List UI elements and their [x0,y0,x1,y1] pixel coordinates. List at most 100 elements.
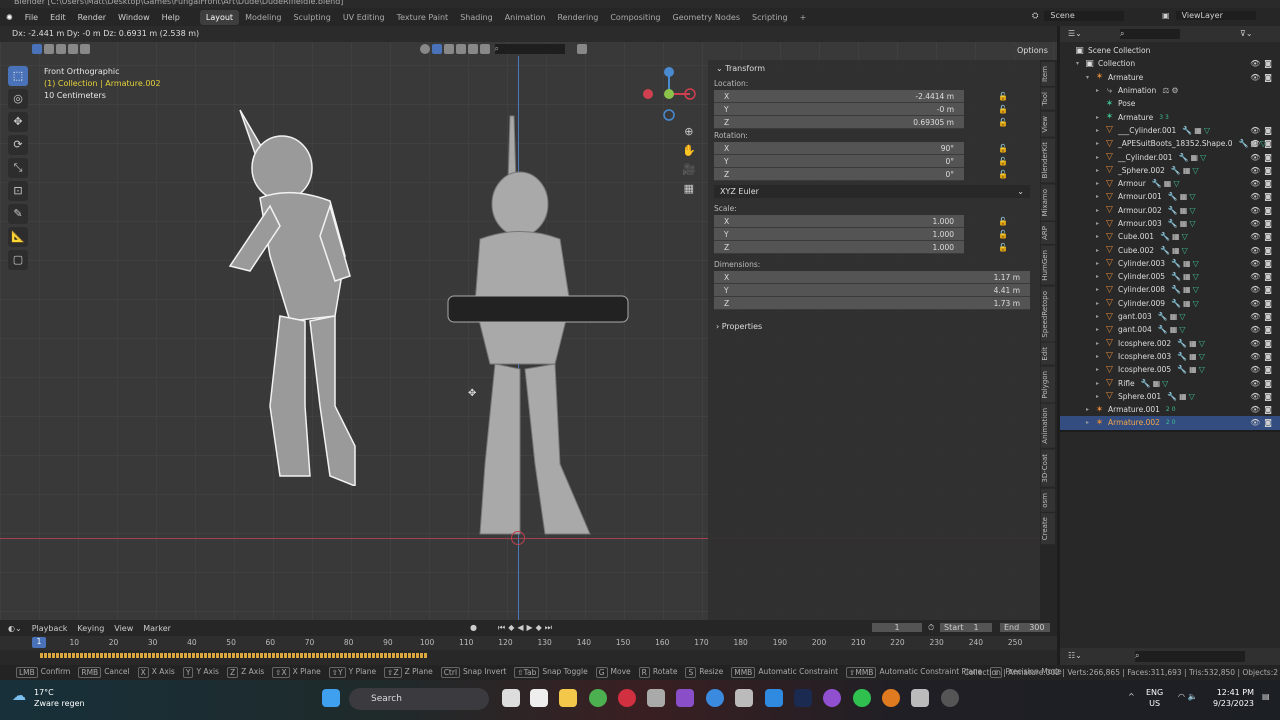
timeline-menu-marker[interactable]: Marker [143,624,171,633]
transform-icon[interactable]: ⊡ [8,181,28,201]
sidebar-tab-speedretopo[interactable]: SpeedRetopo [1041,286,1055,342]
expand-arrow-icon[interactable]: ▸ [1096,87,1104,94]
tab--[interactable]: + [794,13,813,22]
zoom-icon[interactable]: ⊕ [682,122,696,141]
dimensions-y-field[interactable]: Y 4.41 m [714,284,1030,297]
rendered-shading-icon[interactable] [456,44,466,54]
outliner-row[interactable]: ▸ ✶ Armature.001 20 👁◙ [1060,403,1280,416]
options-button[interactable]: Options [1012,45,1053,56]
outliner-row[interactable]: ▸ ▽ Icosphere.005 🔧▦▽ 👁◙ [1060,363,1280,376]
select-invert-icon[interactable] [68,44,78,54]
outliner-row[interactable]: ▸ ▽ Cube.001 🔧▦▽ 👁◙ [1060,230,1280,243]
end-frame-field[interactable]: End 300 [1000,623,1050,632]
lock-icon[interactable]: 🔓 [998,243,1008,252]
visibility-icons[interactable]: 👁◙ [1250,259,1276,268]
location-z-field[interactable]: Z 0.69305 m 🔓 [714,116,1008,129]
sidebar-tab-item[interactable]: Item [1041,62,1055,86]
expand-arrow-icon[interactable]: ▸ [1096,127,1104,134]
timeline-menu-playback[interactable]: Playback [32,624,68,633]
expand-arrow-icon[interactable]: ▸ [1096,380,1104,387]
file-explorer-icon[interactable] [559,689,577,707]
expand-arrow-icon[interactable]: ▸ [1096,313,1104,320]
clock[interactable]: 12:41 PM 9/23/2023 [1213,687,1254,709]
outliner-row[interactable]: ▸ ▽ Icosphere.003 🔧▦▽ 👁◙ [1060,350,1280,363]
weather-icon[interactable]: ☁ [12,688,26,704]
sidebar-tab-view[interactable]: View [1041,111,1055,137]
visibility-icons[interactable]: 👁◙ [1250,392,1276,401]
camera-icon[interactable]: 🎥 [682,160,696,179]
move-icon[interactable]: ✥ [8,112,28,132]
expand-arrow-icon[interactable]: ▸ [1096,340,1104,347]
expand-arrow-icon[interactable]: ▸ [1096,286,1104,293]
outliner-search-input[interactable]: ⌕ [1120,29,1180,39]
tab-modeling[interactable]: Modeling [239,13,287,22]
search-input[interactable]: ⌕ [494,44,565,54]
expand-arrow-icon[interactable]: ▸ [1086,419,1094,426]
navigation-gizmo[interactable] [640,64,700,124]
outliner-row[interactable]: ▾ ✶ Armature 👁◙ [1060,71,1280,84]
visibility-icons[interactable]: 👁◙ [1250,379,1276,388]
expand-arrow-icon[interactable]: ▸ [1096,233,1104,240]
weather-widget[interactable]: 17°C Zware regen [34,687,85,709]
sidebar-tab-blenderkit[interactable]: BlenderKit [1041,138,1055,183]
github-icon[interactable] [823,689,841,707]
sidebar-tab-mixamo[interactable]: Mixamo [1041,184,1055,221]
outliner-row[interactable]: ▸ ✶ Armature.002 20 👁◙ [1060,416,1280,430]
sidebar-tab-osm[interactable]: osm [1041,488,1055,512]
tab-scripting[interactable]: Scripting [746,13,794,22]
scale-icon[interactable]: ⤡ [8,158,28,178]
visibility-icons[interactable]: 👁◙ [1250,179,1276,188]
sidebar-tab-edit[interactable]: Edit [1041,343,1055,365]
visibility-icons[interactable]: 👁◙ [1250,232,1276,241]
visibility-icons[interactable]: 👁◙ [1250,153,1276,162]
start-icon[interactable] [322,689,340,707]
visibility-icons[interactable]: 👁◙ [1250,206,1276,215]
outliner-row[interactable]: ▸ ▽ __Cylinder.001 🔧▦▽ 👁◙ [1060,150,1280,163]
select-intersect-icon[interactable] [80,44,90,54]
scale-z-field[interactable]: Z 1.000 🔓 [714,241,1008,254]
blender-taskbar-icon[interactable] [882,689,900,707]
dimensions-z-field[interactable]: Z 1.73 m [714,297,1030,310]
visibility-icons[interactable]: 👁◙ [1250,418,1276,427]
expand-arrow-icon[interactable]: ▸ [1096,300,1104,307]
display-mode-icon[interactable]: ☰⌄ [1068,29,1082,38]
filter-icon[interactable] [577,44,588,54]
menu-file[interactable]: File [19,13,44,22]
menu-help[interactable]: Help [156,13,186,22]
expand-arrow-icon[interactable]: ▸ [1096,326,1104,333]
tab-layout[interactable]: Layout [199,9,240,25]
current-frame-indicator[interactable]: 1 [32,637,46,648]
expand-arrow-icon[interactable]: ▸ [1096,193,1104,200]
expand-arrow-icon[interactable]: ▸ [1096,167,1104,174]
timeline-menu-keying[interactable]: Keying [77,624,104,633]
outliner-row[interactable]: ▸ ▽ Cube.002 🔧▦▽ 👁◙ [1060,243,1280,256]
lock-icon[interactable]: 🔓 [998,118,1008,127]
outliner-row[interactable]: ▸ ▽ Cylinder.008 🔧▦▽ 👁◙ [1060,283,1280,296]
outliner-row[interactable]: ▸ ▽ Cylinder.005 🔧▦▽ 👁◙ [1060,270,1280,283]
rotation-y-field[interactable]: Y 0° 🔓 [714,155,1008,168]
vscode-icon[interactable] [765,689,783,707]
expand-arrow-icon[interactable]: ▸ [1096,140,1104,147]
paint-icon[interactable] [480,44,490,54]
measure-icon[interactable]: 📐 [8,227,28,247]
visibility-icons[interactable]: 👁◙ [1250,166,1276,175]
menu-edit[interactable]: Edit [44,13,72,22]
scale-x-field[interactable]: X 1.000 🔓 [714,215,1008,228]
outliner-row[interactable]: ✶ Pose [1060,97,1280,110]
record-icon[interactable]: ● [470,623,477,632]
scene-selector[interactable]: ⛭ Scene [1020,11,1130,21]
outliner-row[interactable]: ▸ ▽ _Sphere.002 🔧▦▽ 👁◙ [1060,164,1280,177]
visibility-icons[interactable]: 👁◙ [1250,192,1276,201]
rotate-icon[interactable]: ⟳ [8,135,28,155]
expand-arrow-icon[interactable]: ▸ [1096,260,1104,267]
location-y-field[interactable]: Y -0 m 🔓 [714,103,1008,116]
visibility-icons[interactable]: 👁◙ [1250,405,1276,414]
sidebar-tab-tool[interactable]: Tool [1041,87,1055,110]
outliner-row[interactable]: ▸ ▽ gant.003 🔧▦▽ 👁◙ [1060,310,1280,323]
expand-arrow-icon[interactable]: ▸ [1096,393,1104,400]
notion-icon[interactable] [530,689,548,707]
tab-texture-paint[interactable]: Texture Paint [391,13,455,22]
cursor-icon[interactable]: ◎ [8,89,28,109]
sidebar-tab-create[interactable]: Create [1041,513,1055,545]
outliner-row[interactable]: ▸ ▽ Armour 🔧▦▽ 👁◙ [1060,177,1280,190]
